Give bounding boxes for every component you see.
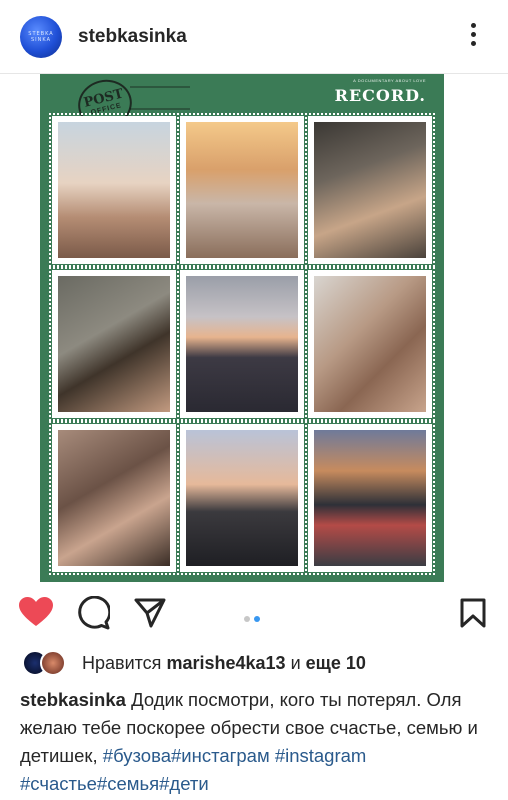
record-subtitle: A DOCUMENTARY ABOUT LOVE <box>353 78 426 83</box>
photo-group-night <box>314 430 426 566</box>
photo-hands-rings <box>58 430 170 566</box>
carousel-indicator <box>244 609 266 622</box>
account-username[interactable]: stebkasinka <box>78 26 187 48</box>
likes-row[interactable]: Нравится marishe4ka13 и еще 10 <box>22 650 492 676</box>
photo-hands-cryptex <box>314 122 426 258</box>
comment-icon[interactable] <box>76 596 110 630</box>
stamp-photo <box>49 421 179 575</box>
carousel-dot-active <box>254 616 260 622</box>
more-options-icon[interactable] <box>466 20 480 54</box>
stamp-photo <box>49 267 179 421</box>
post-header: STEBKA SINKA stebkasinka <box>0 0 508 74</box>
likes-text: Нравится marishe4ka13 и еще 10 <box>82 653 366 673</box>
stamp-photo <box>305 113 435 267</box>
liker-username[interactable]: marishe4ka13 <box>166 653 285 673</box>
heart-icon[interactable] <box>18 596 54 628</box>
photo-woman-city <box>186 122 298 258</box>
postmark-lines <box>130 86 190 110</box>
photo-woman-balcony <box>58 122 170 258</box>
stamp-photo <box>177 421 307 575</box>
send-icon[interactable] <box>134 598 166 628</box>
record-title: RECORD. <box>334 86 426 105</box>
liker-avatar <box>40 650 66 676</box>
photo-couple-selfie <box>186 430 298 566</box>
stamp-photo <box>305 267 435 421</box>
post-caption: stebkasinka Додик посмотри, кого ты поте… <box>20 686 490 798</box>
post-image[interactable]: POST OFFICE A DOCUMENTARY ABOUT LOVE REC… <box>40 74 444 582</box>
stamp-photo <box>177 267 307 421</box>
photo-couple-kiss <box>314 276 426 412</box>
stamp-photo <box>177 113 307 267</box>
photo-city-sunset <box>186 276 298 412</box>
stamp-photo <box>305 421 435 575</box>
carousel-dot <box>244 616 250 622</box>
photo-cryptex-close <box>58 276 170 412</box>
avatar-text: STEBKA SINKA <box>28 31 54 43</box>
bookmark-icon[interactable] <box>460 598 486 628</box>
account-avatar[interactable]: STEBKA SINKA <box>20 16 62 58</box>
likes-more[interactable]: еще 10 <box>306 653 366 673</box>
caption-hashtags[interactable]: #бузова#инстаграм <box>103 745 270 766</box>
stamp-photo <box>49 113 179 267</box>
caption-username[interactable]: stebkasinka <box>20 689 126 710</box>
